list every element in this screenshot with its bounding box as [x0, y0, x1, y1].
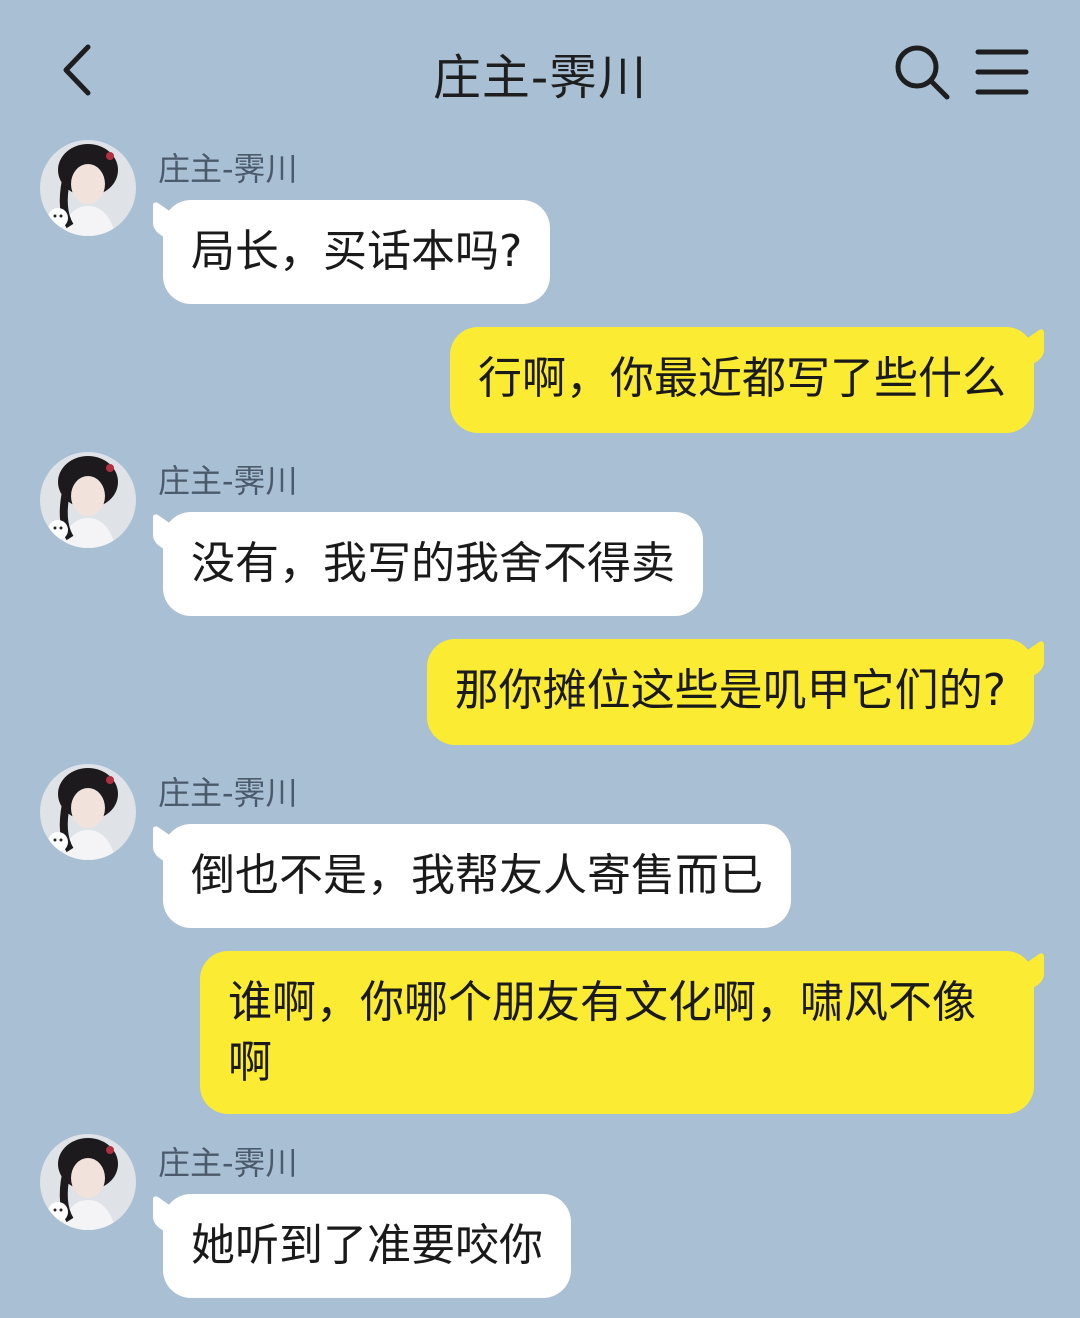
avatar-image: [40, 1134, 136, 1230]
avatar-image: [40, 764, 136, 860]
sender-name: 庄主-霁川: [158, 462, 298, 500]
sender-name: 庄主-霁川: [158, 774, 298, 812]
message-bubble-incoming[interactable]: 她听到了准要咬你: [163, 1194, 571, 1298]
avatar[interactable]: [40, 764, 136, 860]
avatar[interactable]: [40, 452, 136, 548]
avatar-image: [40, 140, 136, 236]
avatar[interactable]: [40, 140, 136, 236]
menu-button[interactable]: [974, 44, 1030, 100]
message-bubble-outgoing[interactable]: 行啊，你最近都写了些什么: [450, 327, 1034, 433]
message-bubble-incoming[interactable]: 没有，我写的我舍不得卖: [163, 512, 703, 616]
message-bubble-incoming[interactable]: 局长，买话本吗?: [163, 200, 551, 304]
sender-name: 庄主-霁川: [158, 1144, 298, 1182]
top-bar: 庄主-霁川: [0, 0, 1080, 140]
message-bubble-outgoing[interactable]: 那你摊位这些是叽甲它们的?: [426, 639, 1034, 745]
message-bubble-incoming[interactable]: 倒也不是，我帮友人寄售而已: [163, 824, 791, 928]
avatar[interactable]: [40, 1134, 136, 1230]
message-bubble-outgoing[interactable]: 谁啊，你哪个朋友有文化啊，啸风不像啊: [200, 951, 1034, 1114]
search-button[interactable]: [892, 42, 952, 102]
menu-icon: [975, 49, 1029, 95]
sender-name: 庄主-霁川: [158, 150, 298, 188]
search-icon: [895, 45, 950, 100]
avatar-image: [40, 452, 136, 548]
